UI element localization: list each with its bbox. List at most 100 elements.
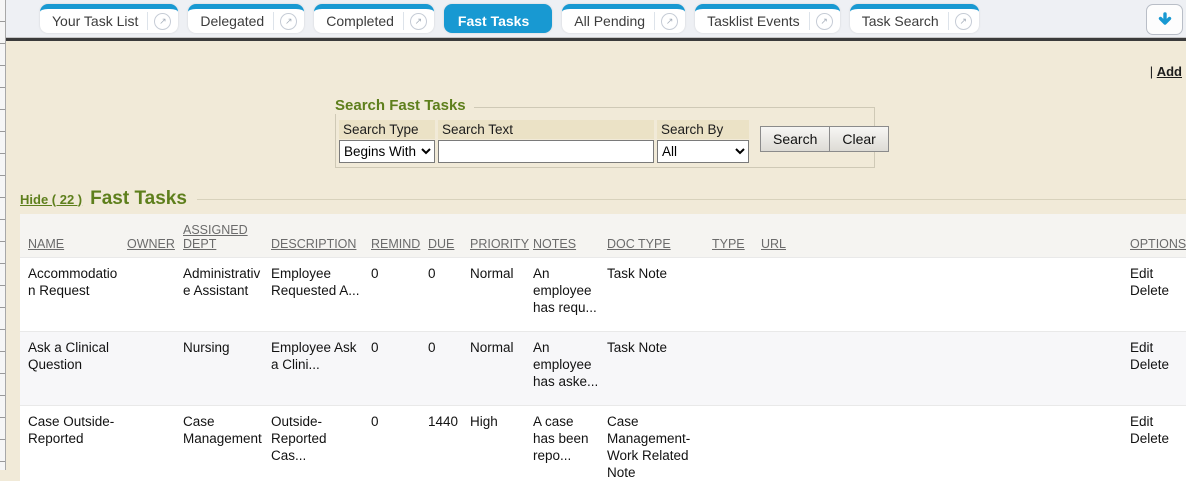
cell-notes: An employee has aske...	[533, 331, 607, 405]
tab-all-pending[interactable]: All Pending ↗	[562, 4, 685, 33]
cell-type	[712, 257, 761, 331]
edit-link[interactable]: Edit	[1130, 339, 1178, 356]
cell-doc-type: Task Note	[607, 257, 712, 331]
search-by-select[interactable]: All	[657, 140, 749, 163]
cell-remind: 0	[371, 257, 428, 331]
fast-tasks-table-container: NAME OWNER ASSIGNED DEPT DESCRIPTION REM…	[20, 214, 1186, 481]
edit-link[interactable]: Edit	[1130, 413, 1178, 430]
search-by-label: Search By	[657, 120, 749, 139]
separator: |	[1150, 64, 1153, 79]
table-row: Accommodation Request Administrative Ass…	[20, 257, 1186, 331]
clear-button[interactable]: Clear	[829, 126, 888, 152]
cell-type	[712, 331, 761, 405]
hide-count-link[interactable]: Hide ( 22 )	[20, 192, 82, 207]
column-header-url[interactable]: URL	[761, 237, 786, 251]
cell-priority: Normal	[470, 257, 533, 331]
cell-remind: 0	[371, 405, 428, 481]
delete-link[interactable]: Delete	[1130, 430, 1178, 447]
down-arrow-icon	[1156, 11, 1174, 29]
cell-owner	[127, 257, 183, 331]
cell-remind: 0	[371, 331, 428, 405]
column-header-description[interactable]: DESCRIPTION	[271, 237, 356, 251]
tab-delegated[interactable]: Delegated ↗	[188, 4, 304, 33]
tab-divider	[809, 12, 810, 30]
search-type-label: Search Type	[339, 120, 435, 139]
delete-link[interactable]: Delete	[1130, 356, 1178, 373]
cell-options: Edit Delete	[1130, 405, 1186, 481]
cell-options: Edit Delete	[1130, 331, 1186, 405]
tab-label: All Pending	[574, 13, 654, 29]
delete-link[interactable]: Delete	[1130, 282, 1178, 299]
search-buttons: Search Clear	[760, 126, 889, 152]
tab-your-task-list[interactable]: Your Task List ↗	[40, 4, 178, 33]
tab-label: Your Task List	[52, 13, 147, 29]
search-type-select[interactable]: Begins With	[339, 140, 435, 163]
action-row: | Add	[0, 64, 1186, 81]
tab-label: Delegated	[200, 13, 273, 29]
cell-notes: An employee has requ...	[533, 257, 607, 331]
popout-icon[interactable]: ↗	[661, 13, 678, 30]
tab-divider	[654, 12, 655, 30]
cell-url	[761, 331, 1130, 405]
cell-due: 0	[428, 257, 470, 331]
edit-link[interactable]: Edit	[1130, 265, 1178, 282]
search-text-input[interactable]	[438, 140, 654, 163]
cell-assigned-dept: Case Management	[183, 405, 271, 481]
cell-due: 0	[428, 331, 470, 405]
cell-owner	[127, 331, 183, 405]
tab-label: Completed	[326, 13, 403, 29]
column-header-doc-type[interactable]: DOC TYPE	[607, 237, 671, 251]
cell-notes: A case has been repo...	[533, 405, 607, 481]
search-type-group: Search Type Begins With	[339, 120, 435, 163]
tab-fast-tasks[interactable]: Fast Tasks	[444, 4, 552, 33]
column-header-due[interactable]: DUE	[428, 237, 454, 251]
cell-name: Accommodation Request	[20, 257, 127, 331]
cell-type	[712, 405, 761, 481]
tab-task-search[interactable]: Task Search ↗	[850, 4, 979, 33]
cell-description: Employee Requested A...	[271, 257, 371, 331]
column-header-remind[interactable]: REMIND	[371, 237, 420, 251]
search-panel: Search Fast Tasks Search Type Begins Wit…	[335, 97, 875, 168]
popout-icon[interactable]: ↗	[955, 13, 972, 30]
cell-name: Ask a Clinical Question	[20, 331, 127, 405]
cell-description: Employee Ask a Clini...	[271, 331, 371, 405]
cell-url	[761, 405, 1130, 481]
tab-label: Fast Tasks	[458, 13, 538, 29]
tabbar-divider	[0, 38, 1186, 41]
column-header-owner[interactable]: OWNER	[127, 237, 175, 251]
search-form: Search Type Begins With Search Text Sear…	[335, 107, 875, 168]
search-panel-title: Search Fast Tasks	[335, 97, 474, 114]
cell-description: Outside-Reported Cas...	[271, 405, 371, 481]
tab-tasklist-events[interactable]: Tasklist Events ↗	[695, 4, 840, 33]
left-ruler-strip	[0, 0, 6, 470]
tab-label: Task Search	[862, 13, 948, 29]
popout-icon[interactable]: ↗	[280, 13, 297, 30]
column-header-priority[interactable]: PRIORITY	[470, 237, 529, 251]
tab-scroll-down-button[interactable]	[1146, 4, 1183, 35]
add-link[interactable]: Add	[1157, 64, 1182, 79]
cell-owner	[127, 405, 183, 481]
cell-options: Edit Delete	[1130, 257, 1186, 331]
tab-divider	[948, 12, 949, 30]
list-heading: Hide ( 22 ) Fast Tasks	[20, 188, 1186, 210]
fast-tasks-table: NAME OWNER ASSIGNED DEPT DESCRIPTION REM…	[20, 214, 1186, 481]
cell-url	[761, 257, 1130, 331]
cell-assigned-dept: Nursing	[183, 331, 271, 405]
table-header-row: NAME OWNER ASSIGNED DEPT DESCRIPTION REM…	[20, 214, 1186, 257]
popout-icon[interactable]: ↗	[410, 13, 427, 30]
search-by-group: Search By All	[657, 120, 749, 163]
cell-priority: Normal	[470, 331, 533, 405]
column-header-type[interactable]: TYPE	[712, 237, 745, 251]
popout-icon[interactable]: ↗	[154, 13, 171, 30]
cell-name: Case Outside-Reported	[20, 405, 127, 481]
search-button[interactable]: Search	[760, 126, 830, 152]
tab-divider	[403, 12, 404, 30]
popout-icon[interactable]: ↗	[816, 13, 833, 30]
cell-priority: High	[470, 405, 533, 481]
column-header-options[interactable]: OPTIONS	[1130, 237, 1186, 251]
column-header-assigned-dept[interactable]: ASSIGNED DEPT	[183, 223, 248, 251]
tab-completed[interactable]: Completed ↗	[314, 4, 434, 33]
column-header-notes[interactable]: NOTES	[533, 237, 576, 251]
column-header-name[interactable]: NAME	[28, 237, 64, 251]
tab-divider	[147, 12, 148, 30]
